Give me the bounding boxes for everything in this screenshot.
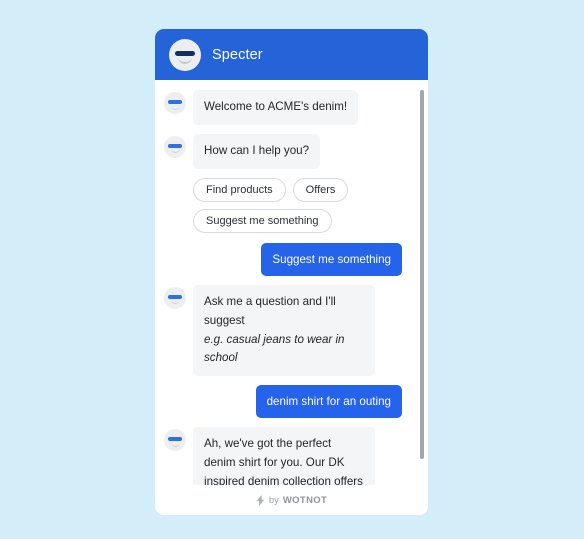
bot-answer-body: Ah, we've got the perfect denim shirt fo… — [204, 437, 363, 485]
bot-message-bubble: How can I help you? — [193, 133, 321, 169]
message-row-bot-help: How can I help you? — [164, 133, 414, 169]
bot-message-bubble: Welcome to ACME's denim! — [193, 90, 359, 125]
footer-by-label: by — [268, 494, 279, 506]
lightning-bolt-icon — [256, 494, 265, 506]
avatar-smile-icon — [170, 299, 180, 305]
avatar-visor-icon — [168, 437, 182, 442]
bot-message-bubble: Ah, we've got the perfect denim shirt fo… — [193, 427, 375, 485]
bot-message-line-2-italic: e.g. casual jeans to wear in school — [204, 332, 345, 365]
quick-reply-row: Find products Offers — [193, 177, 414, 202]
quick-reply-find-products[interactable]: Find products — [193, 177, 286, 202]
message-row-bot-welcome: Welcome to ACME's denim! — [164, 90, 414, 125]
message-row-user-suggest: Suggest me something — [164, 242, 414, 276]
quick-reply-suggest-me-something[interactable]: Suggest me something — [193, 208, 332, 233]
quick-reply-row: Suggest me something — [193, 208, 414, 233]
conversation-scrollbar[interactable] — [420, 90, 424, 459]
avatar-smile-icon — [170, 148, 180, 154]
quick-reply-group: Find products Offers Suggest me somethin… — [164, 177, 414, 233]
bot-avatar-icon — [164, 92, 186, 114]
chat-widget: Specter Welcome to ACME's denim! How can… — [155, 29, 428, 515]
user-message-bubble: Suggest me something — [261, 242, 402, 276]
bot-avatar-icon — [164, 429, 186, 452]
page-title: Specter — [212, 46, 263, 63]
message-row-bot-answer: Ah, we've got the perfect denim shirt fo… — [164, 427, 414, 485]
avatar-smile-icon — [170, 442, 180, 447]
quick-reply-offers[interactable]: Offers — [292, 177, 349, 202]
avatar-visor-icon — [168, 143, 182, 148]
avatar-visor-icon — [175, 50, 195, 56]
user-message-bubble: denim shirt for an outing — [255, 385, 402, 419]
bot-avatar-icon — [164, 135, 186, 158]
avatar-visor-icon — [168, 100, 182, 104]
chat-header: Specter — [155, 29, 428, 80]
bot-message-line-1: Ask me a question and I'll suggest — [204, 294, 336, 327]
bot-avatar-icon — [169, 38, 201, 71]
scrollbar-thumb[interactable] — [420, 90, 424, 459]
avatar-smile-icon — [178, 57, 192, 64]
widget-footer: by WOTNOT — [155, 485, 428, 515]
bot-avatar-icon — [164, 286, 186, 309]
bot-message-bubble: Ask me a question and I'll suggest e.g. … — [193, 284, 375, 377]
avatar-visor-icon — [168, 294, 182, 299]
message-row-bot-ask: Ask me a question and I'll suggest e.g. … — [164, 284, 414, 377]
message-row-user-denim: denim shirt for an outing — [164, 385, 414, 419]
avatar-smile-icon — [170, 105, 180, 110]
footer-brand-label: WOTNOT — [282, 494, 328, 506]
conversation-area: Welcome to ACME's denim! How can I help … — [155, 80, 428, 485]
